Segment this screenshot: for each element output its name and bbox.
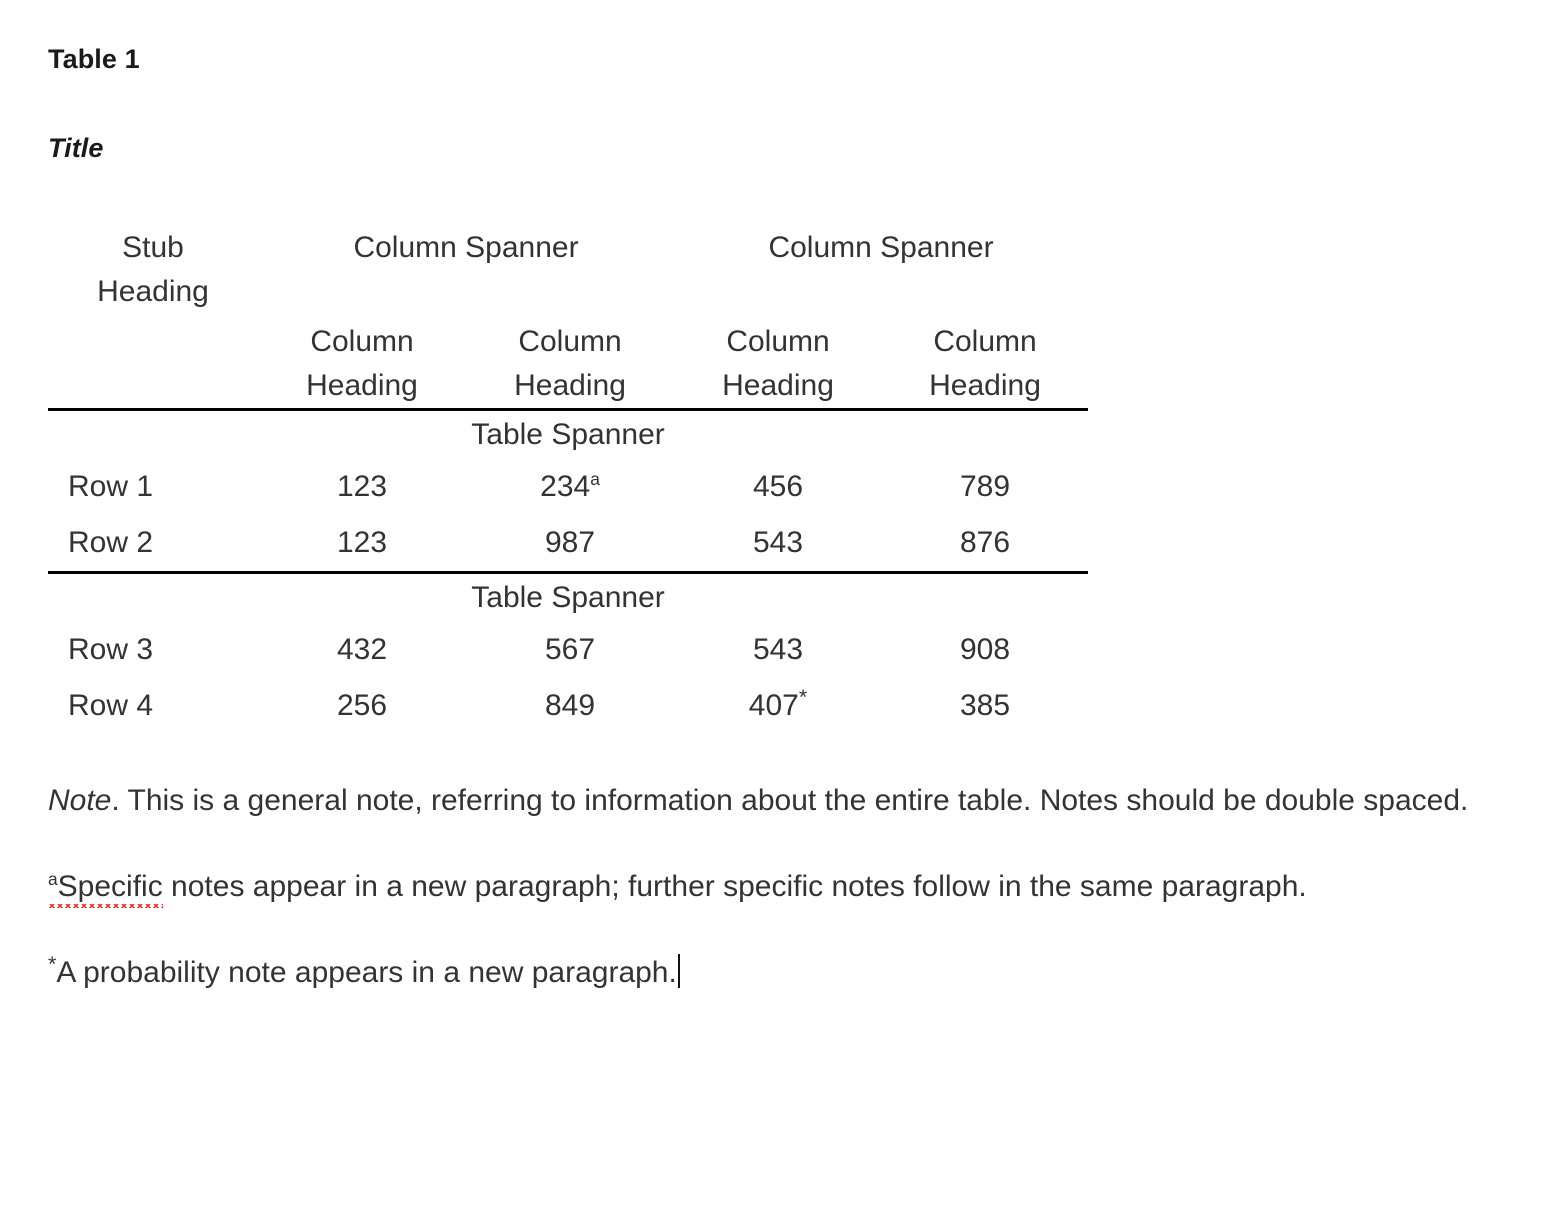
column-heading-4-line1: Column <box>933 325 1037 358</box>
stub-heading-line2: Heading <box>97 275 209 308</box>
general-note-text: . This is a general note, referring to i… <box>111 784 1469 817</box>
probability-note-marker: * <box>798 684 808 709</box>
table-title: Title <box>48 133 104 163</box>
table-header-spanner-row: Stub Heading Column Spanner Column Spann… <box>48 218 1088 308</box>
cell-value: 543 <box>752 526 804 559</box>
stub-heading-line1: Stub <box>122 231 184 264</box>
cell-value: 385 <box>959 689 1011 722</box>
row-label: Row 2 <box>68 526 154 559</box>
specific-note-word: Specific <box>57 870 163 903</box>
table-number-label: Table 1 <box>48 44 140 74</box>
specific-note-text: notes appear in a new paragraph; further… <box>162 870 1307 903</box>
document-page: Table 1 Title Stub Heading Column Spanne… <box>0 0 1566 1230</box>
apa-table: Stub Heading Column Spanner Column Spann… <box>48 218 1089 734</box>
column-spanner-rule <box>258 302 1088 314</box>
table-row: Row 3 432 567 543 908 <box>48 622 1088 678</box>
specific-note-marker: a <box>590 469 600 489</box>
row-label: Row 1 <box>68 470 154 503</box>
column-heading-4-line2: Heading <box>929 369 1041 402</box>
column-heading-spacer <box>48 314 258 410</box>
cell-value: 432 <box>336 633 388 666</box>
table-spanner-row-1: Table Spanner <box>48 411 1088 459</box>
cell-value: 234a <box>540 469 600 503</box>
column-heading-2-line1: Column <box>518 325 622 358</box>
row-label: Row 3 <box>68 633 154 666</box>
cell-value: 456 <box>752 470 804 503</box>
table-spanner-1: Table Spanner <box>471 418 665 451</box>
cell-value: 256 <box>336 689 388 722</box>
cell-value: 987 <box>544 526 596 559</box>
column-heading-1-line1: Column <box>310 325 414 358</box>
column-heading-3-line2: Heading <box>722 369 834 402</box>
general-note: Note. This is a general note, referring … <box>48 758 1528 844</box>
text-cursor <box>677 954 680 988</box>
general-note-lead: Note <box>48 784 112 817</box>
table-row: Row 4 256 849 407* 385 <box>48 678 1088 734</box>
cell-value: 567 <box>544 633 596 666</box>
cell-value: 407* <box>748 684 808 722</box>
column-spanner-2: Column Spanner <box>768 231 994 264</box>
cell-value: 123 <box>336 526 388 559</box>
column-heading-row: Column Heading Column Heading Column Hea… <box>48 314 1088 410</box>
cell-value: 876 <box>959 526 1011 559</box>
table-row: Row 1 123 234a 456 789 <box>48 459 1088 515</box>
cell-value: 908 <box>959 633 1011 666</box>
column-heading-4: Column Heading <box>882 314 1088 410</box>
column-spanner-1: Column Spanner <box>353 231 579 264</box>
stub-heading-cell: Stub Heading <box>48 218 258 314</box>
cell-value: 543 <box>752 633 804 666</box>
specific-note-mark: a <box>48 869 58 889</box>
column-heading-2-line2: Heading <box>514 369 626 402</box>
specific-note: aSpecific notes appear in a new paragrap… <box>48 844 1528 930</box>
apa-table-container: Stub Heading Column Spanner Column Spann… <box>48 218 1089 734</box>
column-heading-2: Column Heading <box>466 314 674 410</box>
cell-value: 849 <box>544 689 596 722</box>
table-spanner-row-2: Table Spanner <box>48 574 1088 622</box>
probability-note: *A probability note appears in a new par… <box>48 930 1528 1016</box>
table-spanner-2: Table Spanner <box>471 581 665 614</box>
cell-value: 123 <box>336 470 388 503</box>
column-heading-1: Column Heading <box>258 314 466 410</box>
column-heading-3: Column Heading <box>674 314 882 410</box>
row-label: Row 4 <box>68 689 154 722</box>
spellcheck-underline: aSpecific <box>48 870 163 908</box>
table-row: Row 2 123 987 543 876 <box>48 515 1088 573</box>
column-heading-3-line1: Column <box>726 325 830 358</box>
table-notes: Note. This is a general note, referring … <box>48 758 1528 1016</box>
cell-value: 789 <box>959 470 1011 503</box>
column-heading-1-line2: Heading <box>306 369 418 402</box>
probability-note-text: A probability note appears in a new para… <box>56 956 677 989</box>
